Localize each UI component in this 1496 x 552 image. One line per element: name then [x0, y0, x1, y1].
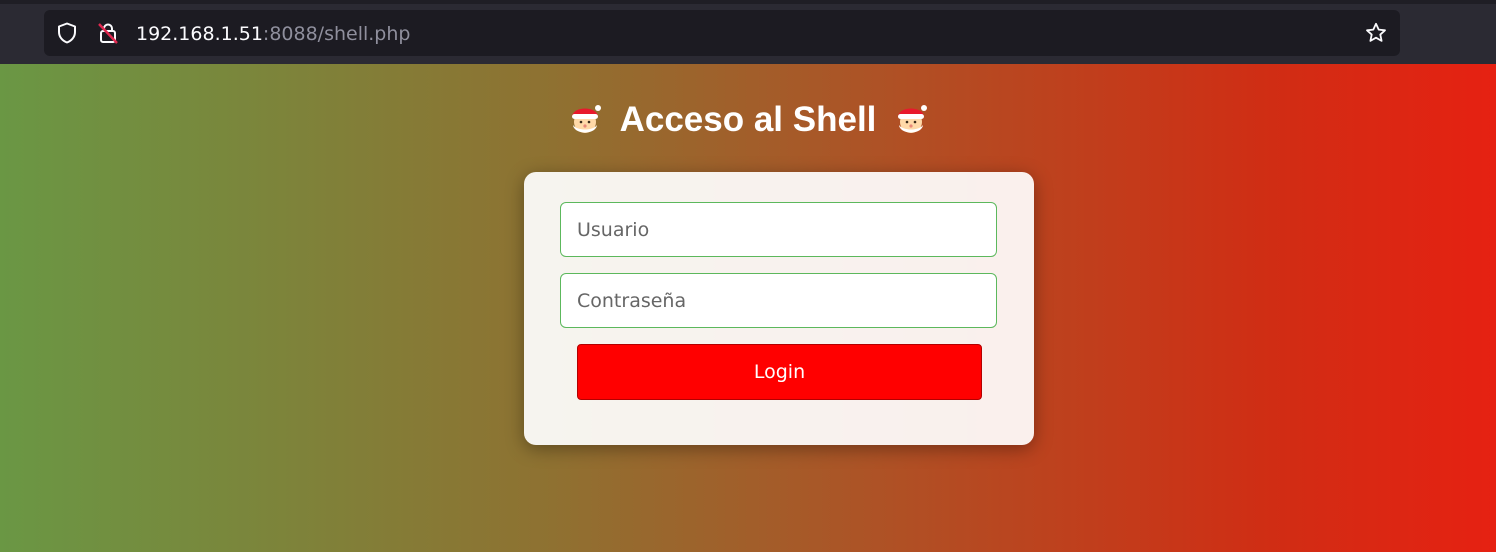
santa-icon [898, 105, 928, 133]
page-title: Acceso al Shell [619, 100, 877, 139]
shield-icon[interactable] [55, 21, 79, 45]
page-viewport: Acceso al Shell Login [0, 64, 1496, 552]
tab-strip-edge [0, 0, 1496, 4]
login-button[interactable]: Login [577, 344, 982, 400]
login-card: Login [524, 172, 1034, 445]
url-host: 192.168.1.51 [136, 23, 263, 45]
page-title-row: Acceso al Shell [0, 98, 1496, 142]
address-bar[interactable]: 192.168.1.51:8088/shell.php [44, 10, 1400, 56]
url-path: :8088/shell.php [262, 23, 411, 45]
username-input[interactable] [560, 202, 997, 257]
url-text[interactable]: 192.168.1.51:8088/shell.php [136, 22, 410, 46]
bookmark-star-icon[interactable] [1364, 21, 1388, 45]
browser-toolbar: 192.168.1.51:8088/shell.php [0, 0, 1496, 64]
santa-icon [571, 105, 601, 133]
insecure-lock-icon[interactable] [96, 21, 120, 45]
password-input[interactable] [560, 273, 997, 328]
